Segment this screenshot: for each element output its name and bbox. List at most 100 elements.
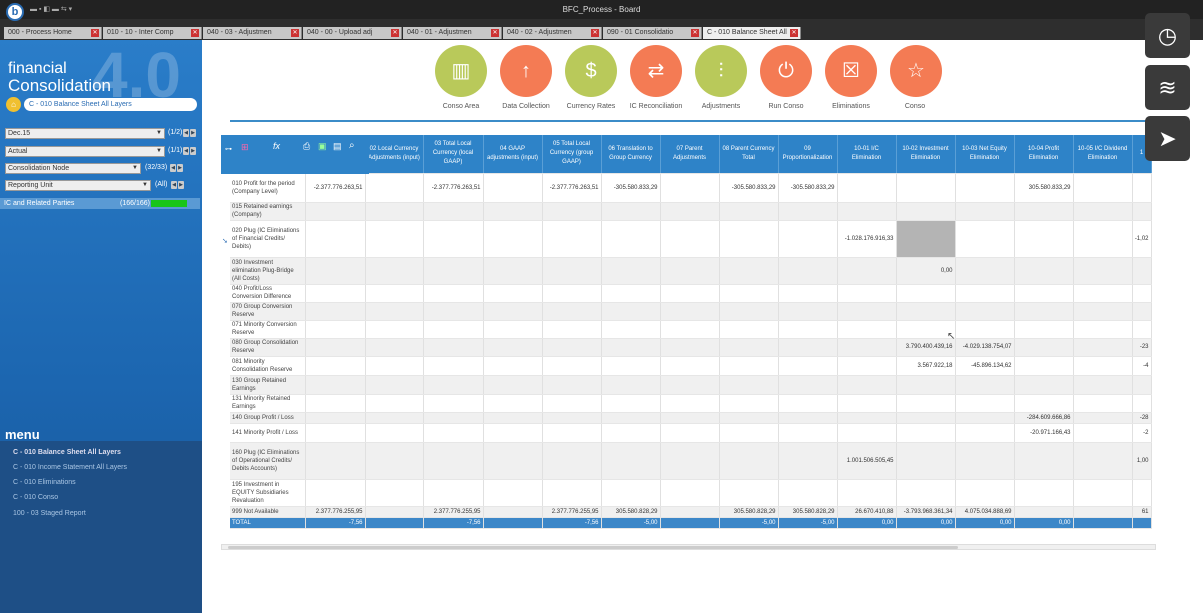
- prev-icon[interactable]: ◀: [183, 129, 189, 137]
- grid-cell[interactable]: [660, 220, 720, 258]
- grid-cell[interactable]: [1014, 284, 1074, 303]
- grid-cell[interactable]: 2.377.776.255,95: [542, 506, 602, 518]
- grid-cell[interactable]: -3.793.968.361,34: [896, 506, 956, 518]
- search-icon[interactable]: ⌕: [349, 140, 355, 151]
- grid-cell[interactable]: [719, 412, 779, 424]
- grid-cell[interactable]: [542, 356, 602, 376]
- grid-cell[interactable]: [423, 284, 484, 303]
- column-header[interactable]: 06 Translation to Group Currency: [601, 135, 661, 174]
- grid-cell[interactable]: [305, 394, 366, 413]
- grid-cell[interactable]: [601, 284, 661, 303]
- grid-cell[interactable]: [483, 173, 543, 203]
- grid-cell[interactable]: -305.580.833,29: [601, 173, 661, 203]
- menu-item-conso[interactable]: C - 010 Conso: [13, 494, 58, 501]
- menu-item-staged-report[interactable]: 100 - 03 Staged Report: [13, 510, 86, 517]
- grid-cell[interactable]: [542, 412, 602, 424]
- adjustments-button[interactable]: ⫶: [695, 45, 747, 97]
- grid-cell[interactable]: [423, 302, 484, 321]
- grid-cell[interactable]: [1014, 302, 1074, 321]
- grid-cell[interactable]: [305, 320, 366, 339]
- grid-cell[interactable]: [423, 356, 484, 376]
- column-header[interactable]: 04 GAAP adjustments (input): [483, 135, 543, 174]
- grid-cell[interactable]: [365, 220, 424, 258]
- grid-cell[interactable]: [1014, 202, 1074, 221]
- grid-cell[interactable]: [660, 412, 720, 424]
- grid-cell[interactable]: [1132, 202, 1152, 221]
- grid-cell[interactable]: [483, 423, 543, 443]
- grid-cell[interactable]: [305, 202, 366, 221]
- grid-cell[interactable]: [483, 356, 543, 376]
- grid-cell[interactable]: 4.075.034.888,69: [955, 506, 1015, 518]
- grid-cell[interactable]: [837, 173, 897, 203]
- grid-cell[interactable]: [896, 375, 956, 395]
- grid-cell[interactable]: [423, 479, 484, 507]
- grid-cell[interactable]: 2.377.776.255,95: [305, 506, 366, 518]
- grid-cell[interactable]: [1014, 442, 1074, 480]
- grid-cell[interactable]: [1073, 257, 1133, 285]
- grid-cell[interactable]: [423, 320, 484, 339]
- grid-cell[interactable]: [483, 375, 543, 395]
- menu-item-eliminations[interactable]: C - 010 Eliminations: [13, 479, 76, 486]
- tab-consolidation[interactable]: 090 - 01 Consolidatio ✕: [603, 27, 702, 39]
- grid-cell[interactable]: -20.971.166,43: [1014, 423, 1074, 443]
- grid-cell[interactable]: [1073, 320, 1133, 339]
- eliminations-button[interactable]: ☒: [825, 45, 877, 97]
- grid-cell[interactable]: [837, 356, 897, 376]
- grid-cell[interactable]: [837, 338, 897, 357]
- grid-cell[interactable]: [601, 442, 661, 480]
- grid-cell[interactable]: [896, 423, 956, 443]
- grid-cell[interactable]: [778, 320, 838, 339]
- grid-cell[interactable]: [365, 284, 424, 303]
- grid-cell[interactable]: [542, 257, 602, 285]
- grid-cell[interactable]: [660, 320, 720, 339]
- scrollbar-thumb[interactable]: [228, 546, 958, 549]
- grid-cell[interactable]: 3.567.922,18: [896, 356, 956, 376]
- menu-item-income-statement[interactable]: C - 010 Income Statement All Layers: [13, 464, 127, 471]
- grid-cell[interactable]: [660, 423, 720, 443]
- grid-cell[interactable]: [778, 356, 838, 376]
- grid-cell[interactable]: [483, 284, 543, 303]
- grid-cell[interactable]: [837, 412, 897, 424]
- grid-cell[interactable]: [365, 202, 424, 221]
- grid-cell[interactable]: [660, 257, 720, 285]
- grid-cell[interactable]: 26.670.410,88: [837, 506, 897, 518]
- grid-cell[interactable]: [1014, 220, 1074, 258]
- grid-cell[interactable]: [1073, 173, 1133, 203]
- grid-cell[interactable]: [601, 257, 661, 285]
- grid-cell[interactable]: [660, 338, 720, 357]
- grid-cell[interactable]: [305, 302, 366, 321]
- grid-cell[interactable]: [365, 423, 424, 443]
- prev-icon[interactable]: ◀: [183, 147, 189, 155]
- grid-cell[interactable]: [542, 338, 602, 357]
- grid-cell[interactable]: [719, 442, 779, 480]
- grid-cell[interactable]: [1073, 442, 1133, 480]
- grid-cell[interactable]: 305.580.828,29: [778, 506, 838, 518]
- grid-cell[interactable]: 2.377.776.255,95: [423, 506, 484, 518]
- grid-cell[interactable]: [365, 375, 424, 395]
- grid-cell[interactable]: [719, 356, 779, 376]
- grid-cell[interactable]: [483, 320, 543, 339]
- grid-cell[interactable]: [1073, 412, 1133, 424]
- grid-cell[interactable]: [1132, 394, 1152, 413]
- next-icon[interactable]: ▶: [178, 181, 184, 189]
- grid-cell[interactable]: [305, 220, 366, 258]
- grid-cell[interactable]: [778, 394, 838, 413]
- grid-cell[interactable]: [1073, 284, 1133, 303]
- grid-cell[interactable]: [896, 284, 956, 303]
- grid-cell[interactable]: [1073, 356, 1133, 376]
- grid-cell[interactable]: -4: [1132, 356, 1152, 376]
- grid-cell[interactable]: [955, 412, 1015, 424]
- grid-cell[interactable]: [1014, 375, 1074, 395]
- grid-cell[interactable]: [955, 394, 1015, 413]
- grid-cell[interactable]: [542, 375, 602, 395]
- grid-cell[interactable]: [660, 202, 720, 221]
- grid-cell[interactable]: [365, 356, 424, 376]
- grid-cell[interactable]: -2.377.776.263,51: [423, 173, 484, 203]
- column-header[interactable]: 03 Total Local Currency (local GAAP): [423, 135, 484, 174]
- grid-cell[interactable]: [601, 220, 661, 258]
- grid-cell[interactable]: [660, 356, 720, 376]
- export-icon[interactable]: ▤: [333, 141, 342, 152]
- grid-cell[interactable]: [1132, 479, 1152, 507]
- grid-cell[interactable]: -28: [1132, 412, 1152, 424]
- excel-icon[interactable]: ▣: [318, 141, 327, 152]
